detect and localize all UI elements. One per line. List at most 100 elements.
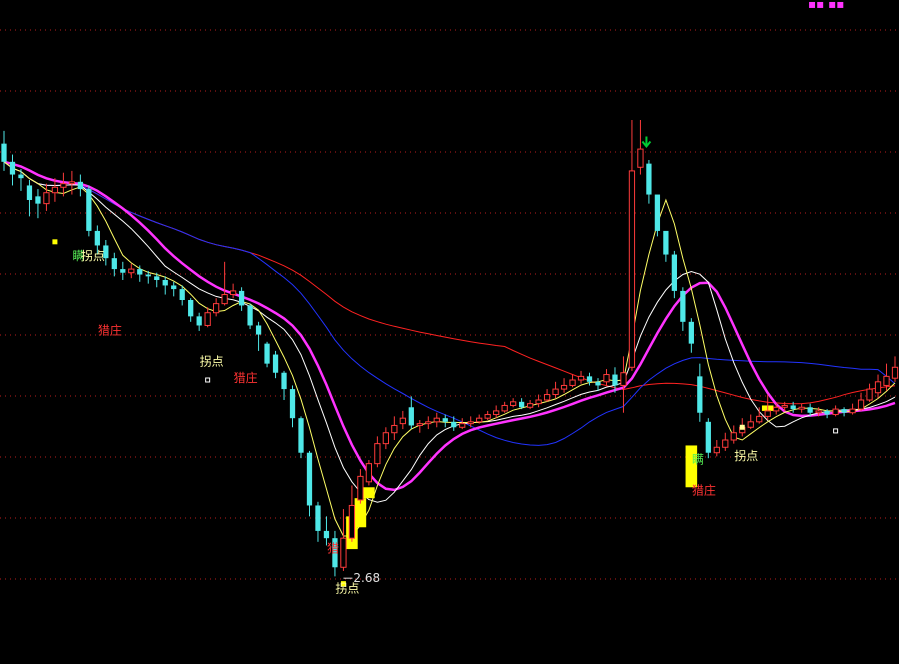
candle-down: [196, 316, 202, 326]
candle-down: [654, 194, 661, 231]
candle-down: [111, 258, 117, 270]
signal-label: 拐点: [81, 248, 105, 263]
candle-up: [883, 375, 890, 386]
candle-down: [179, 289, 185, 300]
candle-down: [612, 374, 618, 386]
signal-label: 猎庄: [692, 483, 716, 498]
candle-up: [340, 537, 347, 568]
candle-down: [145, 274, 151, 277]
candle-up: [382, 432, 389, 445]
candle-up: [357, 475, 364, 501]
highlight-box: [363, 487, 375, 499]
candle-up: [628, 170, 636, 368]
candlestick-chart: 瞒拐点拐点猎庄猎庄猎拐点瞒 拐点猎庄2.68▪▪ ▪▪: [0, 0, 899, 596]
candle-down: [264, 343, 270, 364]
candle-up: [713, 446, 720, 454]
candle-down: [595, 381, 601, 386]
candle-down: [841, 409, 847, 413]
candle-up: [866, 388, 873, 401]
candle-up: [348, 504, 356, 539]
candle-down: [154, 276, 160, 280]
candle-down: [86, 189, 92, 231]
candle-down: [442, 418, 448, 422]
candle-up: [620, 372, 627, 386]
candle-up: [476, 417, 483, 423]
signal-label: 瞒: [692, 453, 704, 467]
candle-down: [697, 376, 703, 413]
signal-label: 猎: [327, 542, 339, 556]
candle-up: [764, 410, 771, 417]
candle-up: [484, 414, 491, 419]
candle-down: [688, 321, 694, 344]
candle-down: [120, 269, 126, 273]
signal-marker: [205, 377, 211, 383]
candle-up: [730, 432, 737, 441]
candle-up: [221, 294, 228, 305]
candle-down: [824, 410, 830, 415]
candle-up: [467, 421, 474, 425]
candle-up: [603, 374, 610, 383]
candle-up: [128, 268, 135, 274]
candle-up: [510, 401, 517, 406]
candle-up: [425, 421, 432, 425]
candle-up: [493, 410, 500, 416]
candle-up: [501, 404, 508, 412]
candle-down: [162, 280, 168, 286]
candle-up: [535, 399, 542, 405]
candle-up: [849, 408, 856, 414]
candle-up: [433, 417, 440, 423]
ma-blue-line: [3, 161, 896, 446]
candle-down: [94, 230, 100, 246]
signal-label: 拐点: [734, 448, 758, 463]
candle-up: [773, 406, 780, 412]
candle-up: [204, 312, 211, 326]
candle-up: [543, 394, 551, 401]
candle-up: [459, 423, 466, 428]
candle-down: [663, 230, 669, 255]
candle-down: [9, 161, 16, 175]
candle-down: [807, 407, 813, 413]
signal-label: 猎庄: [98, 323, 122, 338]
candle-down: [26, 185, 33, 200]
candle-up: [722, 439, 729, 448]
candle-up: [891, 366, 899, 379]
candle-down: [188, 300, 194, 317]
candle-down: [323, 530, 330, 539]
low-price-label: 2.68: [353, 571, 380, 585]
candle-down: [1, 143, 7, 162]
candle-up: [560, 384, 568, 390]
candle-up: [815, 410, 822, 414]
down-arrow-icon: [641, 136, 652, 149]
candle-up: [756, 415, 763, 423]
signal-marker: [739, 424, 745, 430]
candle-up: [637, 148, 644, 168]
candle-down: [646, 163, 652, 195]
candle-down: [77, 181, 84, 190]
candle-down: [306, 452, 313, 506]
signal-label: 猎庄: [234, 370, 258, 385]
candle-up: [569, 379, 576, 386]
signal-marker: [833, 428, 839, 434]
candle-up: [229, 290, 237, 296]
candle-up: [51, 186, 59, 194]
candle-down: [289, 389, 296, 419]
candle-down: [408, 407, 414, 426]
candle-down: [18, 174, 24, 179]
candle-up: [798, 406, 805, 410]
top-markers: ▪▪ ▪▪: [808, 0, 844, 11]
candle-down: [255, 325, 262, 335]
candle-up: [781, 404, 788, 408]
candle-up: [43, 192, 50, 205]
candle-up: [874, 381, 882, 394]
candle-up: [526, 403, 534, 408]
candle-down: [247, 305, 253, 326]
candle-down: [281, 372, 287, 390]
candle-up: [832, 408, 839, 416]
candle-up: [60, 183, 67, 188]
signal-marker: [52, 239, 58, 245]
candle-up: [374, 443, 381, 465]
ma-yellow-line: [3, 161, 896, 537]
candle-up: [68, 181, 76, 185]
candle-down: [586, 376, 593, 382]
candle-down: [137, 269, 143, 275]
